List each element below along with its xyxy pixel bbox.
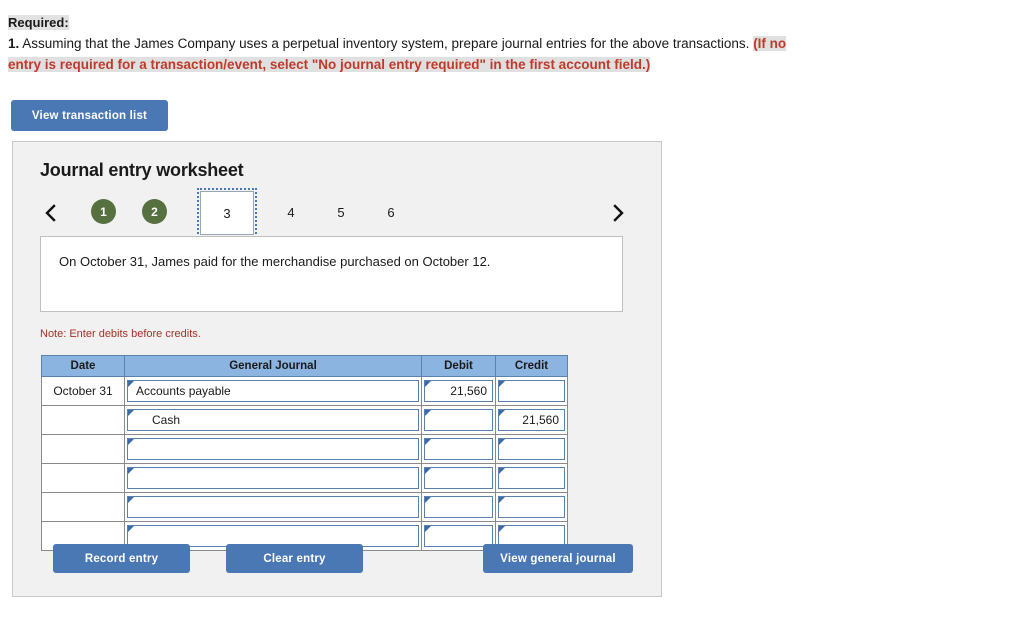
view-transaction-list-button[interactable]: View transaction list	[11, 100, 168, 131]
cell-date[interactable]: October 31	[41, 376, 125, 406]
cell-marker-icon	[499, 497, 505, 503]
instruction-highlight-part2: entry is required for a transaction/even…	[8, 57, 651, 72]
clear-entry-button[interactable]: Clear entry	[226, 544, 363, 573]
worksheet-tab-4-wrap	[40, 197, 70, 227]
debit-text: 21,560	[450, 384, 487, 398]
table-row: October 31 Accounts payable 21,560	[41, 376, 568, 406]
cell-marker-icon	[425, 497, 431, 503]
cell-marker-icon	[425, 381, 431, 387]
cell-marker-icon	[128, 410, 134, 416]
worksheet-tab-6[interactable]: 6	[376, 197, 406, 227]
cell-account[interactable]: Cash	[124, 405, 422, 435]
instruction-highlight-part1: (If no	[753, 36, 787, 51]
cell-debit[interactable]	[421, 434, 496, 464]
required-label: Required:	[8, 15, 69, 30]
cell-credit[interactable]	[495, 492, 568, 522]
cell-credit[interactable]	[495, 376, 568, 406]
cell-date[interactable]	[41, 405, 125, 435]
chevron-right-icon[interactable]	[607, 200, 629, 226]
instruction-number: 1.	[8, 36, 20, 51]
column-header-credit: Credit	[495, 355, 568, 377]
instructions-block: Required: 1. Assuming that the James Com…	[8, 14, 1008, 74]
cell-account[interactable]	[124, 434, 422, 464]
worksheet-tab-4[interactable]: 4	[276, 197, 306, 227]
view-general-journal-button[interactable]: View general journal	[483, 544, 633, 573]
instruction-text: Assuming that the James Company uses a p…	[22, 36, 750, 51]
cell-marker-icon	[499, 526, 505, 532]
journal-entry-table: Date General Journal Debit Credit Octobe…	[41, 355, 568, 551]
cell-debit[interactable]	[421, 463, 496, 493]
column-header-date: Date	[41, 355, 125, 377]
instruction-line-2: entry is required for a transaction/even…	[8, 55, 1008, 74]
column-header-debit: Debit	[421, 355, 496, 377]
account-text: Accounts payable	[136, 384, 231, 398]
table-row	[41, 463, 568, 493]
table-header-row: Date General Journal Debit Credit	[41, 355, 568, 377]
table-row	[41, 434, 568, 464]
cell-marker-icon	[128, 381, 134, 387]
worksheet-tab-2[interactable]: 2	[142, 199, 167, 224]
transaction-description-box: On October 31, James paid for the mercha…	[40, 236, 623, 312]
cell-marker-icon	[425, 410, 431, 416]
cell-credit[interactable]	[495, 463, 568, 493]
cell-marker-icon	[128, 526, 134, 532]
required-heading: Required:	[8, 14, 1008, 32]
instruction-line: 1. Assuming that the James Company uses …	[8, 34, 1008, 53]
cell-marker-icon	[128, 468, 134, 474]
cell-marker-icon	[499, 439, 505, 445]
table-row: Cash 21,560	[41, 405, 568, 435]
account-text: Cash	[152, 413, 181, 427]
journal-entry-worksheet-panel: Journal entry worksheet 1 2 3 4 5 6 On O…	[12, 141, 662, 597]
cell-marker-icon	[128, 439, 134, 445]
cell-marker-icon	[499, 410, 505, 416]
cell-marker-icon	[425, 526, 431, 532]
worksheet-tab-5[interactable]: 5	[326, 197, 356, 227]
debits-before-credits-note: Note: Enter debits before credits.	[40, 328, 201, 340]
transaction-description-text: On October 31, James paid for the mercha…	[59, 254, 491, 269]
cell-marker-icon	[499, 381, 505, 387]
cell-marker-icon	[128, 497, 134, 503]
page-title: Journal entry worksheet	[40, 160, 244, 180]
cell-credit[interactable]	[495, 434, 568, 464]
cell-account[interactable]	[124, 492, 422, 522]
cell-date[interactable]	[41, 434, 125, 464]
column-header-general-journal: General Journal	[124, 355, 422, 377]
worksheet-tab-1[interactable]: 1	[91, 199, 116, 224]
worksheet-tab-strip: 1 2 3 4 5 6	[40, 188, 640, 238]
cell-debit[interactable]	[421, 405, 496, 435]
worksheet-tab-3[interactable]: 3	[197, 188, 257, 238]
cell-marker-icon	[425, 439, 431, 445]
cell-debit[interactable]: 21,560	[421, 376, 496, 406]
page-root: Required: 1. Assuming that the James Com…	[0, 0, 1024, 617]
cell-date[interactable]	[41, 492, 125, 522]
cell-date[interactable]	[41, 463, 125, 493]
cell-account[interactable]: Accounts payable	[124, 376, 422, 406]
table-row	[41, 492, 568, 522]
cell-debit[interactable]	[421, 492, 496, 522]
cell-marker-icon	[425, 468, 431, 474]
cell-account[interactable]	[124, 463, 422, 493]
credit-text: 21,560	[522, 413, 559, 427]
cell-marker-icon	[499, 468, 505, 474]
cell-credit[interactable]: 21,560	[495, 405, 568, 435]
record-entry-button[interactable]: Record entry	[53, 544, 190, 573]
